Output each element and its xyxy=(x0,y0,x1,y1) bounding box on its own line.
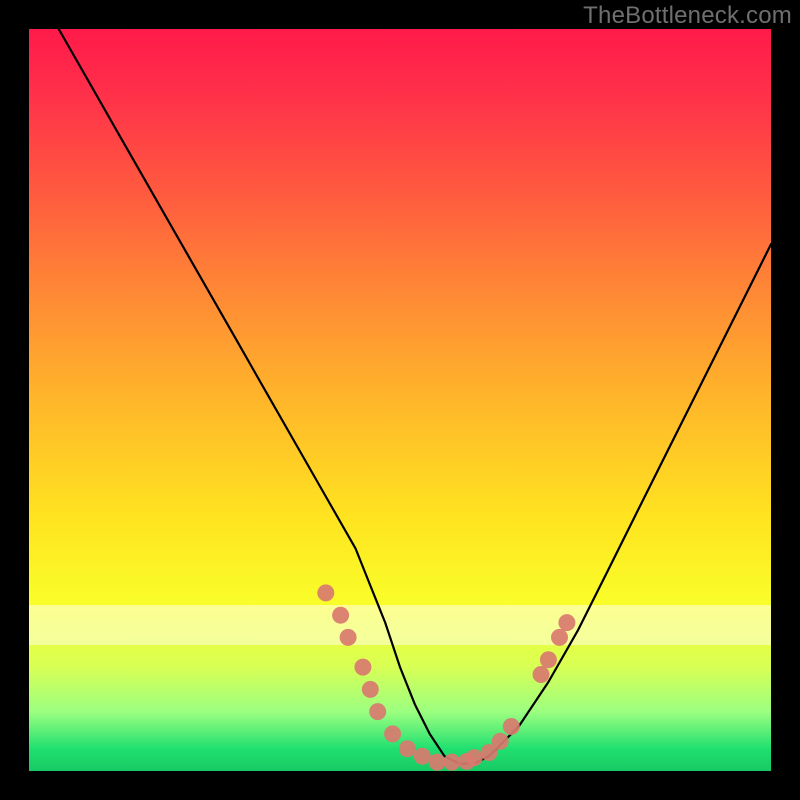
marker-point xyxy=(540,651,557,668)
marker-point xyxy=(466,749,483,766)
marker-point xyxy=(503,718,520,735)
marker-point xyxy=(443,754,460,771)
marker-point xyxy=(414,748,431,765)
marker-point xyxy=(558,614,575,631)
bottleneck-curve xyxy=(59,29,771,764)
marker-points xyxy=(317,584,575,770)
marker-point xyxy=(551,629,568,646)
chart-plot-area xyxy=(29,29,771,771)
chart-svg xyxy=(29,29,771,771)
marker-point xyxy=(369,703,386,720)
marker-point xyxy=(362,681,379,698)
marker-point xyxy=(429,754,446,771)
marker-point xyxy=(492,733,509,750)
watermark-text: TheBottleneck.com xyxy=(583,2,792,30)
marker-point xyxy=(340,629,357,646)
marker-point xyxy=(354,659,371,676)
marker-point xyxy=(399,740,416,757)
bottleneck-curve-path xyxy=(59,29,771,764)
marker-point xyxy=(384,725,401,742)
marker-point xyxy=(332,607,349,624)
marker-point xyxy=(533,666,550,683)
marker-point xyxy=(317,584,334,601)
